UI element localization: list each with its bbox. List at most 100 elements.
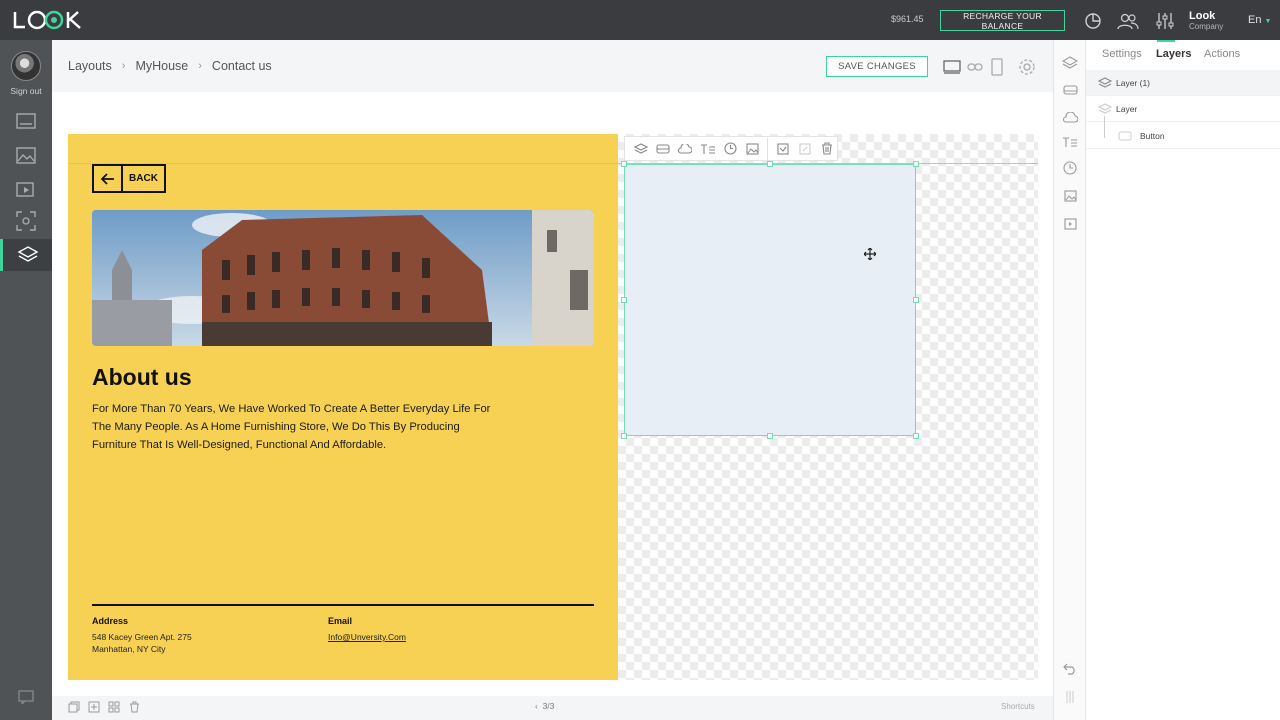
trash-icon[interactable] [126, 699, 142, 715]
clock-icon[interactable] [720, 139, 739, 159]
about-title[interactable]: About us [92, 364, 192, 391]
add-page-icon[interactable] [86, 699, 102, 715]
resize-handle-bottom-right[interactable] [913, 433, 919, 439]
page-pager[interactable]: ‹ 3/3 [535, 701, 554, 711]
tab-actions[interactable]: Actions [1204, 48, 1240, 60]
checkbox-icon[interactable] [773, 139, 792, 159]
selected-layer-box[interactable] [624, 164, 916, 436]
resize-handle-bottom-left[interactable] [621, 433, 627, 439]
scan-icon [16, 211, 36, 231]
chevron-down-icon: ▼ [1264, 18, 1272, 25]
layers-icon[interactable] [1061, 54, 1079, 72]
chevron-right-icon: › [121, 60, 126, 72]
save-changes-button[interactable]: SAVE CHANGES [826, 56, 928, 77]
breadcrumb-myhouse[interactable]: MyHouse [135, 59, 188, 73]
gear-icon[interactable] [1017, 57, 1037, 77]
button-shape-icon [1118, 131, 1132, 140]
language-value: En [1248, 14, 1262, 26]
layer-tree-connector [1104, 116, 1105, 138]
balance-amount: $961.45 [891, 14, 924, 24]
about-paragraph[interactable]: For More Than 70 Years, We Have Worked T… [92, 400, 492, 454]
back-button[interactable]: BACK [92, 164, 166, 193]
clock-icon[interactable] [1061, 159, 1079, 177]
sign-out-link[interactable]: Sign out [0, 86, 52, 96]
properties-panel: Settings Layers Actions Layer (1) Layer … [1086, 40, 1280, 720]
breadcrumb: Layouts › MyHouse › Contact us [68, 59, 272, 73]
cloud-icon[interactable] [1061, 108, 1079, 126]
resize-handle-bottom[interactable] [767, 433, 773, 439]
recharge-balance-button[interactable]: RECHARGE YOUR BALANCE [940, 10, 1065, 31]
cloud-icon[interactable] [676, 139, 695, 159]
resize-handle-left[interactable] [621, 297, 627, 303]
tablet-preview-icon[interactable] [987, 57, 1007, 77]
tool-column [1053, 40, 1086, 720]
duplicate-page-icon[interactable] [66, 699, 82, 715]
resize-handle-right[interactable] [913, 297, 919, 303]
layer-row-layer-1[interactable]: Layer (1) [1086, 70, 1280, 96]
sidebar-item-scan[interactable] [0, 205, 52, 237]
account-menu[interactable]: Look Company [1189, 10, 1223, 32]
grid-view-icon[interactable] [106, 699, 122, 715]
account-subtitle: Company [1189, 22, 1224, 31]
video-icon[interactable] [1061, 215, 1079, 233]
button-shape-icon[interactable] [653, 139, 672, 159]
sidebar-item-screens[interactable] [0, 106, 52, 138]
tab-layers[interactable]: Layers [1156, 48, 1191, 60]
look-logo[interactable] [12, 9, 92, 31]
breadcrumb-layouts[interactable]: Layouts [68, 59, 112, 73]
image-icon[interactable] [1061, 187, 1079, 205]
layers-icon[interactable] [631, 139, 650, 159]
shortcuts-link[interactable]: Shortcuts [1001, 702, 1035, 711]
building-photo[interactable] [92, 210, 594, 346]
analytics-pie-icon[interactable] [1082, 10, 1104, 32]
resize-handle-top-left[interactable] [621, 161, 627, 167]
element-toolbar [624, 136, 838, 161]
disabled-box-icon[interactable] [795, 139, 814, 159]
settings-sliders-icon[interactable] [1154, 10, 1176, 32]
text-icon[interactable] [698, 139, 717, 159]
chevron-right-icon: › [198, 60, 202, 72]
sidebar-item-videos[interactable] [0, 173, 52, 205]
users-icon[interactable] [1117, 10, 1139, 32]
resize-handle-top[interactable] [767, 161, 773, 167]
top-bar: $961.45 RECHARGE YOUR BALANCE Look Compa… [0, 0, 1280, 40]
button-shape-icon[interactable] [1061, 81, 1079, 99]
email-link[interactable]: Info@Unversity.Com [328, 632, 406, 642]
link-icon[interactable] [965, 57, 985, 77]
address-line-2: Manhattan, NY City [92, 644, 166, 654]
trash-icon[interactable] [818, 139, 837, 159]
account-name: Look [1189, 10, 1216, 22]
text-icon[interactable] [1061, 133, 1079, 151]
editor-bottom-bar: ‹ 3/3 Shortcuts [52, 696, 1053, 720]
toolbar-separator [767, 137, 769, 160]
image-icon [16, 147, 36, 164]
address-line-1: 548 Kacey Green Apt. 275 [92, 632, 192, 642]
desktop-preview-icon[interactable] [942, 57, 962, 77]
breadcrumb-contact-us[interactable]: Contact us [212, 59, 272, 73]
undo-icon[interactable] [1061, 660, 1079, 678]
layer-row-layer[interactable]: Layer [1086, 96, 1280, 122]
address-label: Address [92, 616, 129, 626]
video-icon [16, 182, 34, 197]
layer-row-label: Layer [1116, 103, 1138, 114]
active-tab-indicator [1157, 40, 1175, 42]
layer-row-label: Button [1140, 130, 1165, 141]
sidebar-item-images[interactable] [0, 140, 52, 172]
arrow-left-icon [94, 166, 123, 191]
image-icon[interactable] [743, 139, 762, 159]
tab-settings[interactable]: Settings [1102, 48, 1142, 60]
chevron-left-icon[interactable]: ‹ [535, 701, 538, 711]
section-divider [92, 604, 594, 606]
drag-handle-icon[interactable] [1061, 688, 1079, 706]
layer-row-button[interactable]: Button [1086, 123, 1280, 149]
editor-header: Layouts › MyHouse › Contact us SAVE CHAN… [52, 40, 1053, 92]
left-sidebar: Sign out [0, 40, 52, 720]
resize-handle-top-right[interactable] [913, 161, 919, 167]
language-select[interactable]: En ▼ [1248, 14, 1271, 26]
screen-icon [16, 113, 36, 129]
sidebar-item-layouts[interactable] [0, 239, 52, 271]
layer-icon [1098, 102, 1112, 114]
chat-icon[interactable] [0, 681, 52, 713]
back-button-label: BACK [129, 173, 158, 184]
avatar[interactable] [11, 51, 41, 81]
